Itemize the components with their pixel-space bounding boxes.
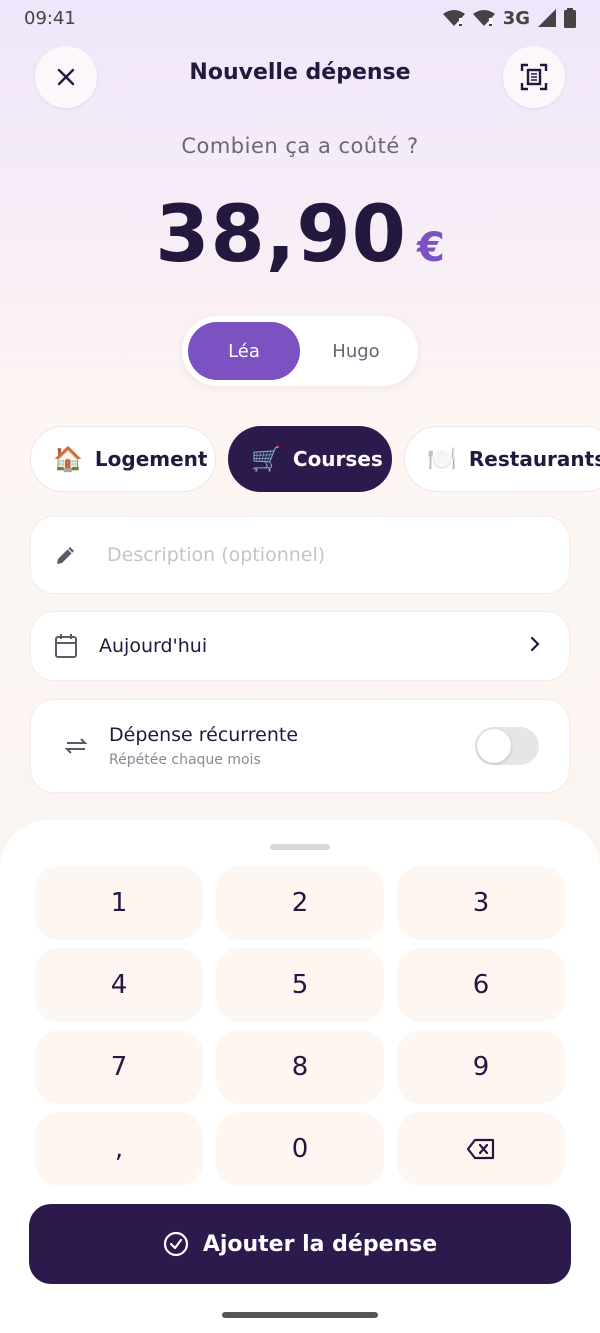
status-icons: 3G bbox=[442, 7, 576, 29]
wifi-icon bbox=[442, 10, 465, 26]
payer-toggle: Léa Hugo bbox=[182, 316, 418, 386]
receipt-scan-icon bbox=[520, 63, 548, 91]
recurring-text: Dépense récurrente Répétée chaque mois bbox=[109, 724, 475, 768]
key-8[interactable]: 8 bbox=[216, 1030, 384, 1104]
key-backspace[interactable] bbox=[397, 1112, 565, 1186]
description-input[interactable] bbox=[107, 544, 507, 566]
category-chip-logement[interactable]: 🏠 Logement bbox=[30, 426, 216, 492]
key-comma[interactable]: , bbox=[35, 1112, 203, 1186]
amount-value: 38,90 bbox=[155, 190, 407, 280]
home-indicator bbox=[222, 1312, 378, 1318]
check-circle-icon bbox=[163, 1231, 188, 1257]
key-5[interactable]: 5 bbox=[216, 948, 384, 1022]
status-time: 09:41 bbox=[24, 7, 76, 29]
recurring-toggle[interactable] bbox=[475, 727, 539, 765]
key-2[interactable]: 2 bbox=[216, 866, 384, 940]
backspace-icon bbox=[466, 1138, 495, 1160]
scan-receipt-button[interactable] bbox=[503, 46, 565, 108]
status-bar: 09:41 3G bbox=[0, 0, 600, 36]
category-label: Logement bbox=[94, 447, 208, 471]
plate-icon: 🍽️ bbox=[427, 445, 457, 473]
key-6[interactable]: 6 bbox=[397, 948, 565, 1022]
network-type: 3G bbox=[502, 7, 530, 29]
date-selector[interactable]: Aujourd'hui bbox=[30, 611, 570, 681]
add-expense-label: Ajouter la dépense bbox=[202, 1231, 438, 1257]
description-field[interactable] bbox=[30, 516, 570, 594]
amount-question: Combien ça a coûté ? bbox=[181, 134, 419, 158]
payer-option-lea[interactable]: Léa bbox=[188, 322, 300, 380]
repeat-icon bbox=[63, 733, 89, 759]
amount-display: 38,90 € bbox=[0, 190, 600, 280]
category-label: Restaurants bbox=[468, 447, 600, 471]
sheet-handle[interactable] bbox=[270, 844, 330, 850]
add-expense-button[interactable]: Ajouter la dépense bbox=[29, 1204, 571, 1284]
key-4[interactable]: 4 bbox=[35, 948, 203, 1022]
battery-icon bbox=[564, 8, 576, 28]
key-1[interactable]: 1 bbox=[35, 866, 203, 940]
signal-icon bbox=[538, 9, 556, 27]
house-icon: 🏠 bbox=[53, 445, 83, 473]
calendar-icon bbox=[53, 633, 79, 659]
keypad-sheet: 1 2 3 4 5 6 7 8 9 , 0 Ajouter la dépense bbox=[0, 820, 600, 1333]
pencil-icon bbox=[53, 542, 79, 568]
recurring-subtitle: Répétée chaque mois bbox=[109, 752, 261, 768]
key-9[interactable]: 9 bbox=[397, 1030, 565, 1104]
category-chip-courses[interactable]: 🛒 Courses bbox=[228, 426, 392, 492]
category-list: 🏠 Logement 🛒 Courses 🍽️ Restaurants bbox=[0, 426, 600, 494]
key-0[interactable]: 0 bbox=[216, 1112, 384, 1186]
category-label: Courses bbox=[292, 447, 383, 471]
date-label: Aujourd'hui bbox=[99, 635, 208, 657]
category-chip-restaurants[interactable]: 🍽️ Restaurants bbox=[404, 426, 600, 492]
key-7[interactable]: 7 bbox=[35, 1030, 203, 1104]
chevron-right-icon bbox=[529, 636, 541, 656]
recurring-title: Dépense récurrente bbox=[109, 724, 299, 746]
key-3[interactable]: 3 bbox=[397, 866, 565, 940]
shopping-cart-icon: 🛒 bbox=[251, 445, 281, 473]
payer-option-hugo[interactable]: Hugo bbox=[300, 322, 412, 380]
wifi-icon-secondary bbox=[472, 10, 495, 26]
amount-currency: € bbox=[416, 225, 445, 271]
recurring-row: Dépense récurrente Répétée chaque mois bbox=[30, 699, 570, 793]
